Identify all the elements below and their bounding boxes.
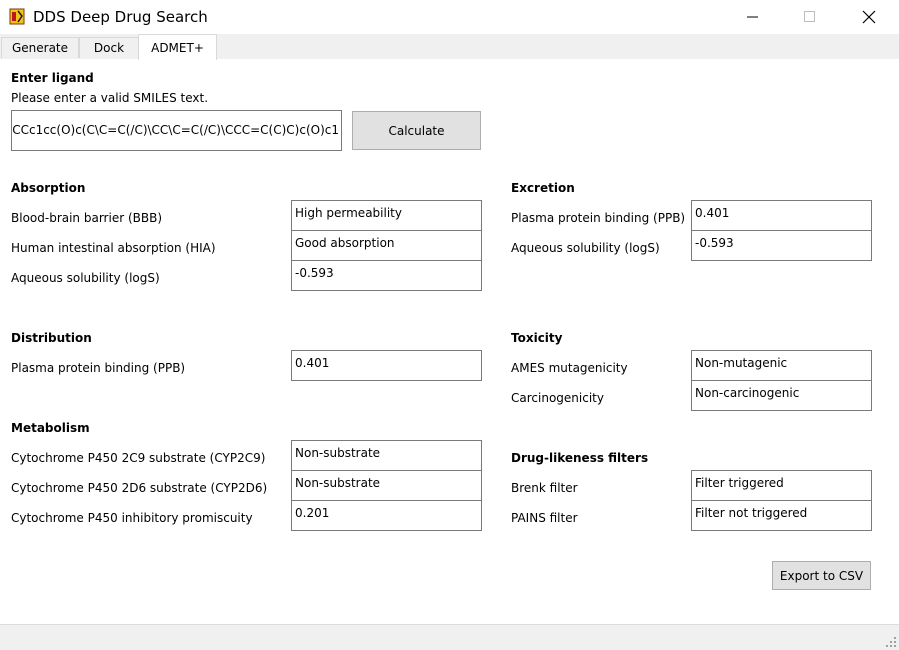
tab-dock[interactable]: Dock [79,37,139,58]
brenk-label: Brenk filter [511,481,578,495]
tab-generate[interactable]: Generate [1,37,79,58]
abs-logs-label: Aqueous solubility (logS) [11,271,160,285]
close-icon [862,10,876,24]
bbb-label: Blood-brain barrier (BBB) [11,211,163,225]
abs-logs-field[interactable]: -0.593 [291,261,482,291]
minimize-button[interactable] [730,0,776,34]
exc-logs-field[interactable]: -0.593 [691,231,872,261]
absorption-heading: Absorption [11,181,86,195]
toxicity-heading: Toxicity [511,331,563,345]
tab-bar: Generate Dock ADMET+ [0,34,899,60]
ames-field[interactable]: Non-mutagenic [691,350,872,381]
pains-label: PAINS filter [511,511,578,525]
dist-ppb-label: Plasma protein binding (PPB) [11,361,186,375]
bbb-field[interactable]: High permeability [291,200,482,231]
export-csv-button[interactable]: Export to CSV [772,561,871,590]
distribution-heading: Distribution [11,331,92,345]
cyp-promiscuity-field[interactable]: 0.201 [291,501,482,531]
dist-ppb-field[interactable]: 0.401 [291,350,482,381]
carcinogenicity-label: Carcinogenicity [511,391,604,405]
druglikeness-heading: Drug-likeness filters [511,451,649,465]
excretion-heading: Excretion [511,181,575,195]
admet-panel: Enter ligand Please enter a valid SMILES… [0,59,899,624]
brenk-field[interactable]: Filter triggered [691,470,872,501]
window-title: DDS Deep Drug Search [33,8,208,26]
pains-field[interactable]: Filter not triggered [691,501,872,531]
enter-ligand-heading: Enter ligand [11,71,94,85]
app-logo-icon [9,8,25,25]
exc-logs-label: Aqueous solubility (logS) [511,241,660,255]
hia-label: Human intestinal absorption (HIA) [11,241,216,255]
ames-label: AMES mutagenicity [511,361,628,375]
smiles-input[interactable]: CCCc1cc(O)c(C\C=C(/C)\CC\C=C(/C)\CCC=C(C… [11,110,342,151]
tab-admet[interactable]: ADMET+ [138,34,217,60]
cyp2c9-label: Cytochrome P450 2C9 substrate (CYP2C9) [11,451,266,465]
minimize-icon [747,16,758,18]
calculate-button[interactable]: Calculate [352,111,481,150]
close-button[interactable] [846,0,892,34]
maximize-icon [804,11,815,22]
status-bar [0,624,899,650]
cyp-promiscuity-label: Cytochrome P450 inhibitory promiscuity [11,511,253,525]
smiles-hint: Please enter a valid SMILES text. [11,91,209,105]
metabolism-heading: Metabolism [11,421,90,435]
cyp2d6-label: Cytochrome P450 2D6 substrate (CYP2D6) [11,481,268,495]
title-bar: DDS Deep Drug Search [0,0,899,34]
cyp2c9-field[interactable]: Non-substrate [291,440,482,471]
maximize-button[interactable] [787,0,833,34]
hia-field[interactable]: Good absorption [291,231,482,261]
smiles-input-value: CCCc1cc(O)c(C\C=C(/C)\CC\C=C(/C)\CCC=C(C… [11,123,339,137]
cyp2d6-field[interactable]: Non-substrate [291,471,482,501]
exc-ppb-label: Plasma protein binding (PPB) [511,211,686,225]
carcinogenicity-field[interactable]: Non-carcinogenic [691,381,872,411]
resize-grip-icon[interactable] [886,637,896,647]
exc-ppb-field[interactable]: 0.401 [691,200,872,231]
